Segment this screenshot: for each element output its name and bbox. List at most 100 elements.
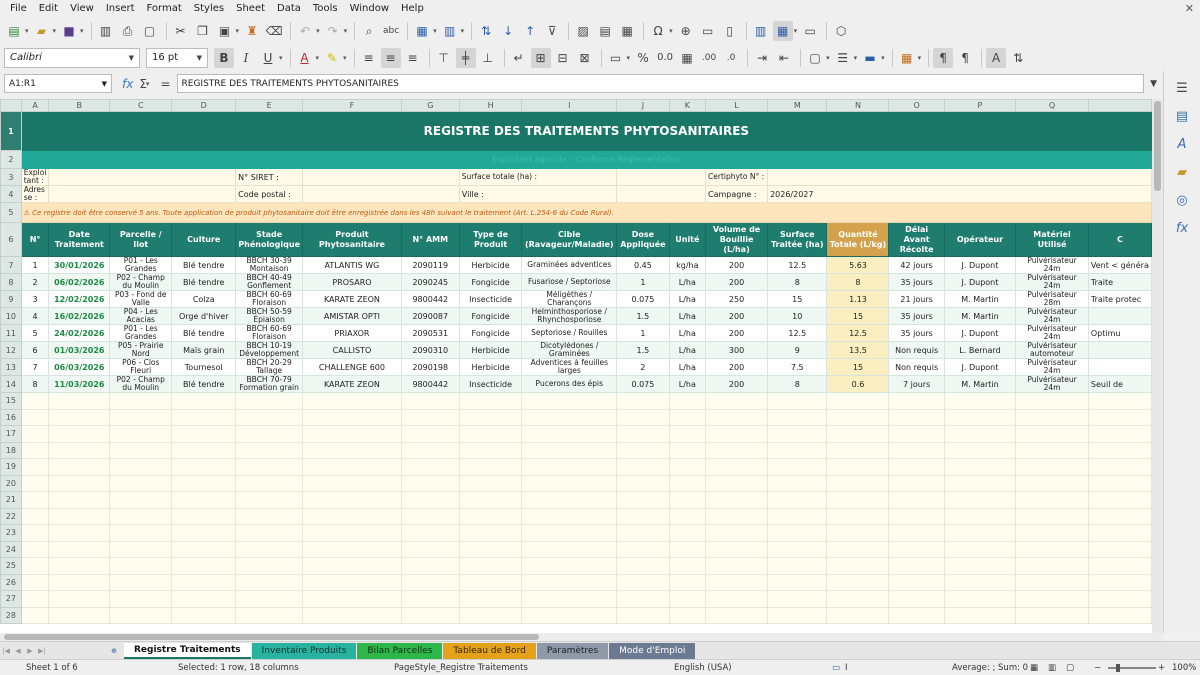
data-cell[interactable]: 200	[705, 307, 769, 325]
empty-cell[interactable]	[235, 590, 304, 608]
data-cell[interactable]: BBCH 40-49 Gonflement	[235, 273, 304, 291]
cut-icon[interactable]: ✂	[171, 21, 191, 41]
column-header[interactable]: B	[48, 99, 111, 112]
clear-format-icon[interactable]: ⌫	[264, 21, 284, 41]
empty-cell[interactable]	[48, 524, 111, 542]
data-cell[interactable]: Graminées adventices	[521, 256, 618, 274]
empty-cell[interactable]	[668, 491, 707, 509]
column-title[interactable]: Matériel Utilisé	[1015, 222, 1089, 257]
data-cell[interactable]: 250	[705, 290, 769, 308]
data-cell[interactable]: Herbicide	[458, 256, 523, 274]
empty-cell[interactable]	[521, 540, 618, 558]
empty-cell[interactable]	[20, 408, 50, 426]
empty-cell[interactable]	[521, 491, 618, 509]
empty-cell[interactable]	[48, 606, 111, 624]
empty-cell[interactable]	[458, 491, 523, 509]
empty-cell[interactable]	[826, 524, 890, 542]
empty-cell[interactable]	[302, 392, 402, 410]
zoom-out-icon[interactable]: −	[1094, 663, 1101, 673]
data-cell[interactable]: kg/ha	[668, 256, 707, 274]
data-cell[interactable]: Traite	[1087, 273, 1152, 291]
percent-format-icon[interactable]: %	[633, 48, 653, 68]
empty-cell[interactable]	[767, 441, 828, 459]
data-cell[interactable]: 15	[767, 290, 828, 308]
empty-cell[interactable]	[767, 590, 828, 608]
empty-cell[interactable]	[888, 507, 945, 525]
empty-cell[interactable]	[888, 474, 945, 492]
zoom-in-icon[interactable]: +	[1158, 663, 1165, 673]
show-draw-functions-icon[interactable]: ⬡	[831, 21, 851, 41]
empty-cell[interactable]	[888, 606, 945, 624]
data-cell[interactable]: 4	[20, 307, 50, 325]
empty-cell[interactable]	[171, 474, 237, 492]
prev-sheet-icon[interactable]: ◀	[12, 647, 24, 655]
view-normal-icon[interactable]: ▦	[1030, 663, 1038, 673]
empty-cell[interactable]	[109, 524, 173, 542]
empty-cell[interactable]	[616, 491, 670, 509]
data-cell[interactable]: Septoriose / Rouilles	[521, 324, 618, 342]
print-icon[interactable]: ⎙	[118, 21, 138, 41]
empty-cell[interactable]	[521, 507, 618, 525]
data-cell[interactable]: L/ha	[668, 307, 707, 325]
sheet-tab[interactable]: Registre Traitements	[124, 642, 251, 659]
empty-cell[interactable]	[20, 392, 50, 410]
data-cell[interactable]: 2	[616, 358, 670, 376]
row-header[interactable]: 3	[0, 168, 22, 186]
surface-value[interactable]	[616, 168, 707, 186]
empty-cell[interactable]	[521, 458, 618, 476]
empty-cell[interactable]	[888, 557, 945, 575]
redo-icon[interactable]: ↷	[323, 21, 343, 41]
column-title[interactable]: Unité	[668, 222, 707, 257]
export-pdf-icon[interactable]: ▥	[96, 21, 116, 41]
empty-cell[interactable]	[767, 540, 828, 558]
empty-cell[interactable]	[302, 573, 402, 591]
first-sheet-icon[interactable]: |◀	[0, 647, 12, 655]
column-header[interactable]: P	[943, 99, 1017, 112]
column-header[interactable]: L	[705, 99, 769, 112]
data-cell[interactable]: 5.63	[826, 256, 890, 274]
data-cell[interactable]: 8	[20, 375, 50, 393]
data-cell[interactable]: 42 jours	[888, 256, 945, 274]
column-header[interactable]: A	[20, 99, 50, 112]
font-color-icon[interactable]: A	[295, 48, 315, 68]
empty-cell[interactable]	[109, 573, 173, 591]
empty-cell[interactable]	[943, 507, 1017, 525]
data-cell[interactable]: 8	[767, 375, 828, 393]
empty-cell[interactable]	[171, 540, 237, 558]
column-title[interactable]: Délai Avant Récolte	[888, 222, 945, 257]
clone-format-icon[interactable]: ♜	[242, 21, 262, 41]
empty-cell[interactable]	[302, 507, 402, 525]
empty-cell[interactable]	[888, 441, 945, 459]
empty-cell[interactable]	[521, 606, 618, 624]
empty-cell[interactable]	[235, 507, 304, 525]
empty-cell[interactable]	[767, 524, 828, 542]
data-cell[interactable]: Vent < généra	[1087, 256, 1152, 274]
data-cell[interactable]: 12/02/2026	[48, 290, 111, 308]
empty-cell[interactable]	[171, 606, 237, 624]
empty-cell[interactable]	[171, 458, 237, 476]
empty-cell[interactable]	[235, 425, 304, 443]
empty-cell[interactable]	[400, 540, 460, 558]
menu-item-tools[interactable]: Tools	[307, 3, 344, 14]
data-cell[interactable]: 1	[616, 273, 670, 291]
status-language[interactable]: English (USA)	[674, 663, 732, 673]
data-cell[interactable]: L. Bernard	[943, 341, 1017, 359]
border-color-icon[interactable]: ▬	[860, 48, 880, 68]
text-direction-ltr-icon[interactable]: ¶	[933, 47, 954, 68]
empty-cell[interactable]	[943, 573, 1017, 591]
data-cell[interactable]: Tournesol	[171, 358, 237, 376]
empty-cell[interactable]	[458, 606, 523, 624]
empty-cell[interactable]	[616, 557, 670, 575]
column-title[interactable]: N°	[20, 222, 50, 257]
column-header[interactable]: F	[302, 99, 402, 112]
empty-cell[interactable]	[888, 540, 945, 558]
data-cell[interactable]: Maïs grain	[171, 341, 237, 359]
data-cell[interactable]: P03 - Fond de Valle	[109, 290, 173, 308]
empty-cell[interactable]	[888, 590, 945, 608]
empty-cell[interactable]	[705, 392, 769, 410]
row-header[interactable]: 22	[0, 507, 22, 525]
data-cell[interactable]: 35 jours	[888, 324, 945, 342]
data-cell[interactable]: 8	[826, 273, 890, 291]
open-folder-icon[interactable]: ▰	[32, 21, 52, 41]
empty-cell[interactable]	[48, 590, 111, 608]
